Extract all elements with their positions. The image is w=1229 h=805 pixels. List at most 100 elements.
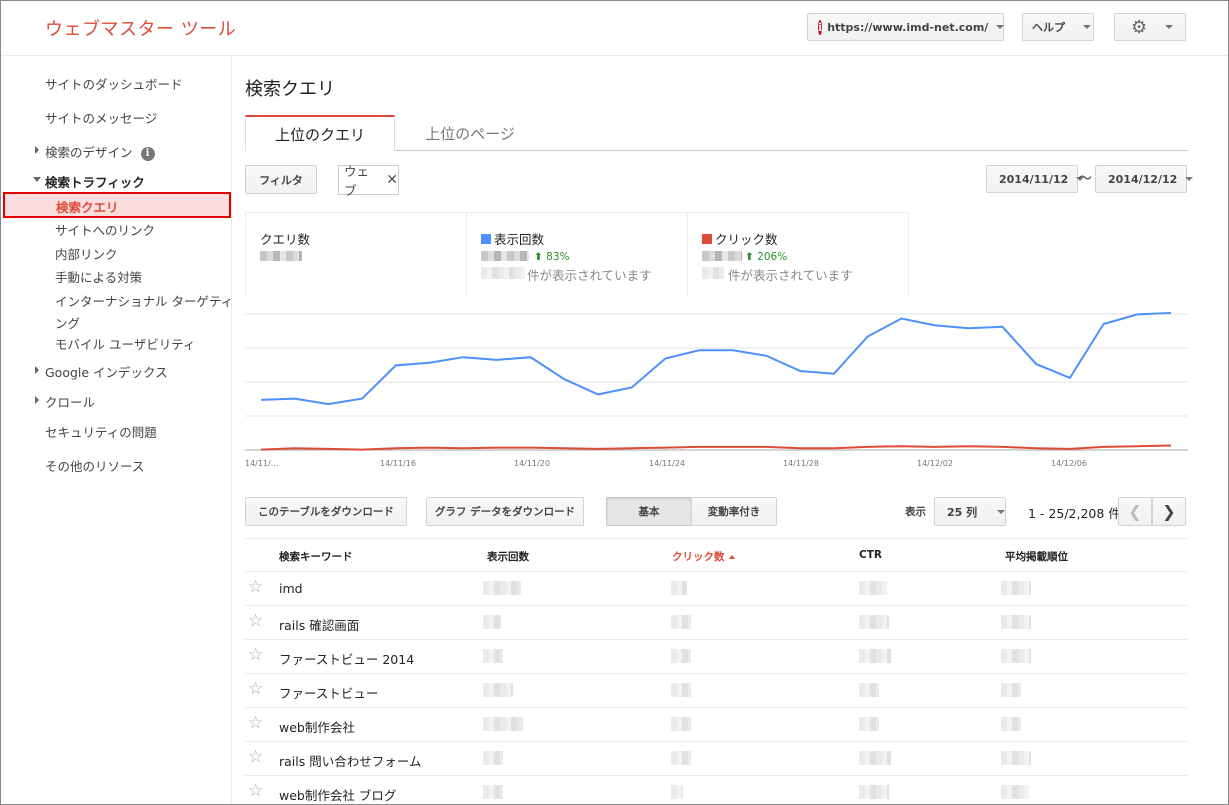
stat-queries-label: クエリ数 bbox=[260, 232, 311, 247]
stat-impressions-label: 表示回数 bbox=[481, 229, 544, 248]
sidebar-item-crawl[interactable]: クロール bbox=[45, 392, 95, 411]
sidebar-item-other-resources[interactable]: その他のリソース bbox=[45, 456, 144, 475]
keyword-cell[interactable]: web制作会社 ブログ bbox=[279, 785, 396, 804]
site-selector-button[interactable]: i https://www.imd-net.com/ bbox=[807, 13, 1005, 41]
table-row[interactable]: ☆ web制作会社 ブログ bbox=[245, 776, 1188, 804]
sidebar-item-label: 検索クエリ bbox=[56, 200, 119, 215]
x-tick-label: 14/11/20 bbox=[514, 459, 550, 468]
redacted-cell bbox=[483, 649, 503, 663]
filter-button[interactable]: フィルタ bbox=[245, 165, 317, 194]
stat-impressions[interactable]: 表示回数 ⬆ 83% 件が表示されています bbox=[467, 212, 688, 297]
stat-impressions-change: ⬆ 83% bbox=[534, 251, 570, 263]
redacted-cell bbox=[859, 683, 879, 697]
info-icon[interactable]: i bbox=[140, 146, 155, 161]
sidebar-item-label-line1: インターナショナル ターゲティ bbox=[55, 294, 234, 309]
redacted-cell bbox=[1001, 581, 1031, 595]
expand-arrow-icon[interactable] bbox=[35, 396, 39, 404]
x-tick-label: 14/11/... bbox=[245, 459, 279, 468]
date-from-label: 2014/11/12 bbox=[999, 172, 1069, 186]
star-icon[interactable]: ☆ bbox=[248, 747, 263, 767]
expand-arrow-icon[interactable] bbox=[35, 366, 39, 374]
rows-per-page-select[interactable]: 25 列 bbox=[934, 497, 1006, 526]
sidebar-item-messages[interactable]: サイトのメッセージ bbox=[45, 108, 157, 127]
view-with-change-button[interactable]: 変動率付き bbox=[691, 497, 777, 526]
sidebar-item-search-queries[interactable]: 検索クエリ bbox=[3, 192, 231, 218]
redacted-cell bbox=[483, 615, 501, 629]
help-label: ヘルプ bbox=[1032, 21, 1065, 34]
app-title[interactable]: ウェブマスター ツール bbox=[45, 15, 236, 41]
date-from-button[interactable]: 2014/11/12 bbox=[986, 165, 1085, 193]
column-avg-position[interactable]: 平均掲載順位 bbox=[1005, 549, 1068, 564]
table-row[interactable]: ☆ web制作会社 bbox=[245, 708, 1188, 742]
filter-chip-label: ウェブ bbox=[344, 164, 370, 198]
keyword-cell[interactable]: imd bbox=[279, 581, 303, 596]
tab-top-queries[interactable]: 上位のクエリ bbox=[245, 115, 395, 151]
sidebar-item-mobile-usability[interactable]: モバイル ユーザビリティ bbox=[55, 334, 195, 353]
star-icon[interactable]: ☆ bbox=[248, 679, 263, 699]
star-icon[interactable]: ☆ bbox=[248, 577, 263, 597]
rows-per-page-value: 25 列 bbox=[947, 505, 978, 519]
column-ctr[interactable]: CTR bbox=[859, 549, 882, 561]
collapse-arrow-icon[interactable] bbox=[33, 177, 41, 182]
expand-arrow-icon[interactable] bbox=[35, 146, 39, 154]
star-icon[interactable]: ☆ bbox=[248, 611, 263, 631]
sidebar-item-dashboard[interactable]: サイトのダッシュボード bbox=[45, 74, 183, 93]
x-tick-label: 14/12/02 bbox=[917, 459, 953, 468]
sidebar-item-search-traffic[interactable]: 検索トラフィック bbox=[45, 172, 145, 191]
redacted-cell bbox=[483, 751, 503, 765]
star-icon[interactable]: ☆ bbox=[248, 713, 263, 733]
star-icon[interactable]: ☆ bbox=[248, 645, 263, 665]
table-row[interactable]: ☆ ファーストビュー 2014 bbox=[245, 640, 1188, 674]
keyword-cell[interactable]: web制作会社 bbox=[279, 717, 355, 736]
filter-chip-web: ウェブ ✕ bbox=[338, 164, 399, 198]
close-icon[interactable]: ✕ bbox=[386, 172, 398, 188]
date-to-button[interactable]: 2014/12/12 bbox=[1095, 165, 1194, 193]
column-keyword[interactable]: 検索キーワード bbox=[279, 549, 353, 564]
prev-page-button[interactable]: ❮ bbox=[1118, 497, 1152, 526]
redacted-cell bbox=[671, 717, 691, 731]
redacted-cell bbox=[859, 785, 889, 799]
column-impressions[interactable]: 表示回数 bbox=[487, 549, 529, 564]
sidebar-item-internal-links[interactable]: 内部リンク bbox=[55, 244, 118, 263]
tab-top-pages[interactable]: 上位のページ bbox=[395, 115, 545, 151]
redacted-cell bbox=[1001, 649, 1031, 663]
table-row[interactable]: ☆ rails 確認画面 bbox=[245, 606, 1188, 640]
redacted-cell bbox=[671, 615, 691, 629]
chevron-left-icon: ❮ bbox=[1128, 502, 1142, 521]
sidebar-item-international-targeting[interactable]: インターナショナル ターゲティ ング bbox=[55, 291, 233, 332]
sidebar-item-search-appearance[interactable]: 検索のデザイン i bbox=[45, 142, 155, 161]
sidebar-item-security[interactable]: セキュリティの問題 bbox=[45, 422, 157, 441]
traffic-chart[interactable]: 14/11/... 14/11/16 14/11/20 14/11/24 14/11/2… bbox=[245, 297, 1188, 477]
sidebar-item-manual-actions[interactable]: 手動による対策 bbox=[55, 267, 142, 286]
settings-button[interactable]: ⚙ bbox=[1114, 13, 1186, 41]
sidebar-item-google-index[interactable]: Google インデックス bbox=[45, 362, 168, 381]
x-tick-label: 14/11/28 bbox=[783, 459, 819, 468]
sort-ascending-icon bbox=[728, 555, 735, 559]
star-icon[interactable]: ☆ bbox=[248, 781, 263, 801]
redacted-cell bbox=[859, 581, 887, 595]
sidebar-item-links-to-site[interactable]: サイトへのリンク bbox=[55, 220, 155, 239]
download-table-button[interactable]: このテーブルをダウンロード bbox=[245, 497, 407, 526]
view-basic-button[interactable]: 基本 bbox=[606, 497, 692, 526]
keyword-cell[interactable]: rails 確認画面 bbox=[279, 615, 359, 634]
pagination-info: 1 - 25/2,208 件 bbox=[1028, 506, 1121, 521]
stat-clicks-label: クリック数 bbox=[702, 229, 778, 248]
redacted-value bbox=[481, 251, 529, 261]
stat-clicks[interactable]: クリック数 ⬆ 206% 件が表示されています bbox=[688, 212, 909, 297]
redacted-cell bbox=[483, 785, 503, 799]
download-chart-data-button[interactable]: グラフ データをダウンロード bbox=[426, 497, 584, 526]
keyword-cell[interactable]: ファーストビュー 2014 bbox=[279, 649, 414, 668]
next-page-button[interactable]: ❯ bbox=[1152, 497, 1186, 526]
redacted-cell bbox=[671, 751, 691, 765]
x-tick-label: 14/11/16 bbox=[380, 459, 416, 468]
column-clicks[interactable]: クリック数 bbox=[672, 549, 735, 564]
keyword-cell[interactable]: rails 問い合わせフォーム bbox=[279, 751, 421, 770]
redacted-cell bbox=[1001, 683, 1021, 697]
table-row[interactable]: ☆ imd bbox=[245, 572, 1188, 606]
help-button[interactable]: ヘルプ bbox=[1022, 13, 1094, 41]
table-row[interactable]: ☆ rails 問い合わせフォーム bbox=[245, 742, 1188, 776]
keyword-cell[interactable]: ファーストビュー bbox=[279, 683, 378, 702]
table-row[interactable]: ☆ ファーストビュー bbox=[245, 674, 1188, 708]
blue-square-icon bbox=[481, 234, 491, 244]
stat-impressions-sub: 件が表示されています bbox=[527, 268, 652, 283]
